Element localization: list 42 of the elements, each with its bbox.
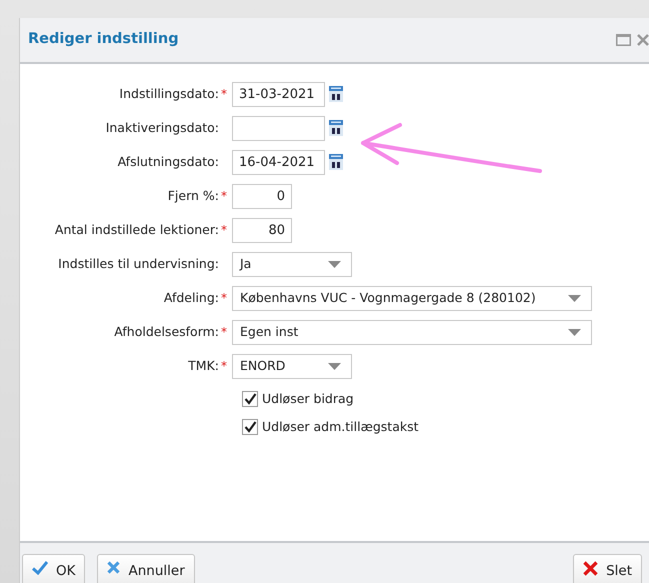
field-label: Inaktiveringsdato: (106, 118, 219, 137)
dropdown[interactable]: ENORD (232, 354, 352, 378)
number-field[interactable]: 80 (232, 218, 292, 242)
field-label: Indstillingsdato: (119, 84, 219, 103)
cancel-icon (107, 561, 120, 574)
calendar-icon[interactable] (329, 154, 343, 170)
date-field[interactable]: 31-03-2021 (232, 82, 325, 106)
dropdown-caret-icon (328, 260, 341, 268)
dropdown[interactable]: Ja (232, 252, 352, 276)
date-field[interactable]: 16-04-2021 (232, 150, 325, 174)
calendar-icon[interactable] (329, 86, 343, 102)
calendar-icon[interactable] (329, 120, 343, 136)
field-label: Indstilles til undervisning: (58, 254, 219, 273)
required-mark: * (221, 324, 227, 341)
dropdown[interactable]: Egen inst (232, 320, 592, 344)
dropdown-caret-icon (328, 362, 341, 370)
required-mark: * (221, 86, 227, 103)
field-label: Fjern %: (168, 186, 219, 205)
delete-button[interactable]: Slet (573, 554, 642, 583)
checkbox-label: Udløser adm.tillægstakst (262, 418, 419, 436)
window-title: Rediger indstilling (28, 30, 179, 50)
delete-icon (583, 561, 598, 576)
field-label: Afholdelsesform: (114, 322, 219, 341)
field-label: Afslutningsdato: (118, 152, 219, 171)
ok-button[interactable]: OK (22, 554, 86, 583)
dropdown-caret-icon (568, 294, 581, 302)
field-label: TMK: (188, 356, 219, 375)
required-mark: * (221, 188, 227, 205)
required-mark: * (221, 358, 227, 375)
checkbox[interactable] (242, 419, 258, 435)
number-field[interactable]: 0 (232, 184, 292, 208)
checkbox-label: Udløser bidrag (262, 390, 354, 408)
dropdown[interactable]: Københavns VUC - Vognmagergade 8 (280102) (232, 286, 592, 310)
check-icon (32, 561, 48, 575)
dropdown-caret-icon (568, 328, 581, 336)
field-label: Afdeling: (164, 288, 219, 307)
field-label: Antal indstillede lektioner: (54, 220, 219, 239)
date-field[interactable] (232, 116, 325, 140)
cancel-button[interactable]: Annuller (97, 554, 195, 583)
checkbox[interactable] (242, 391, 258, 407)
required-mark: * (221, 290, 227, 307)
required-mark: * (221, 222, 227, 239)
